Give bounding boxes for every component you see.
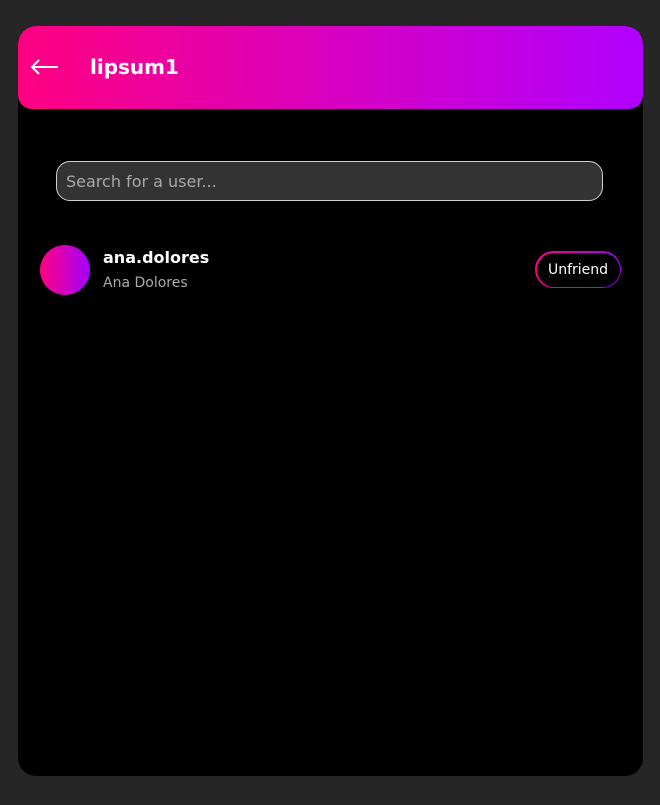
search-input[interactable] [56,161,603,201]
friends-panel: lipsum1 ana.dolores Ana Dolores Unfriend [18,26,643,776]
page-title: lipsum1 [90,55,179,79]
full-name-label: Ana Dolores [103,275,188,291]
back-button[interactable] [30,47,66,87]
arrow-left-icon [30,59,58,75]
list-item: ana.dolores Ana Dolores Unfriend [18,240,643,300]
header-bar: lipsum1 [18,26,643,109]
username-label[interactable]: ana.dolores [103,247,209,269]
unfriend-button-label: Unfriend [536,252,620,287]
unfriend-button[interactable]: Unfriend [535,251,621,288]
avatar[interactable] [40,245,90,295]
